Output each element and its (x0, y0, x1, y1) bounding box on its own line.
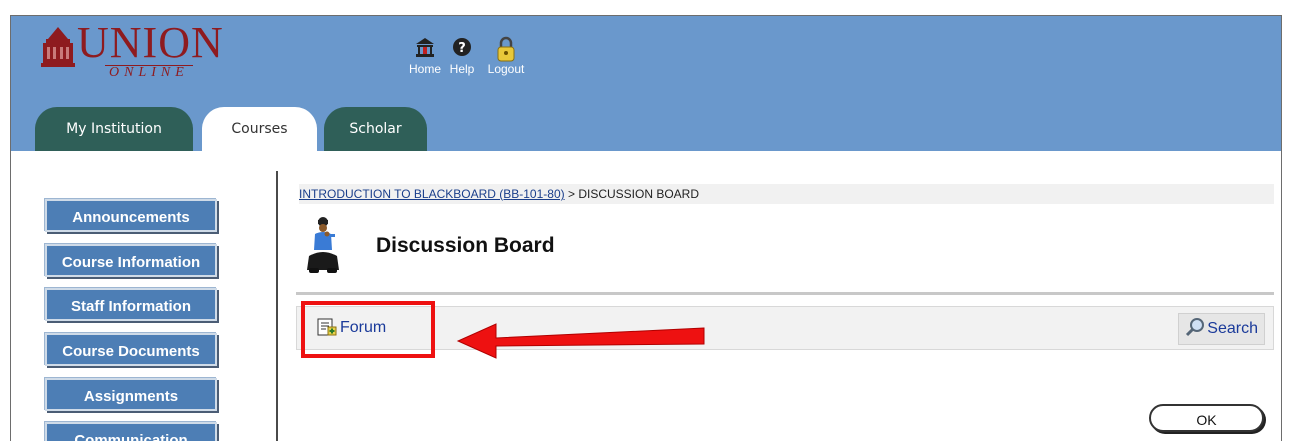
breadcrumb-course-link[interactable]: INTRODUCTION TO BLACKBOARD (BB-101-80) (299, 187, 565, 201)
union-online-logo[interactable]: UNION ONLINE (41, 18, 224, 81)
action-bar: Forum Search (296, 306, 1274, 350)
title-rule (296, 292, 1274, 295)
help-label: Help (449, 62, 475, 76)
breadcrumb: INTRODUCTION TO BLACKBOARD (BB-101-80) >… (299, 184, 1274, 204)
tab-my-institution[interactable]: My Institution (35, 107, 193, 151)
logout-link[interactable]: Logout (481, 36, 531, 76)
nav-communication[interactable]: Communication (45, 422, 217, 441)
logo-word: UNION (77, 18, 224, 67)
breadcrumb-separator: > (564, 187, 579, 201)
nav-course-information[interactable]: Course Information (45, 244, 217, 277)
annotation-arrow (456, 323, 705, 359)
help-link[interactable]: ? Help (445, 36, 479, 76)
tab-scholar[interactable]: Scholar (324, 107, 427, 151)
nav-announcements[interactable]: Announcements (45, 199, 217, 232)
discussion-person-icon (303, 216, 343, 276)
magnifier-icon (1186, 318, 1205, 337)
home-icon (408, 36, 442, 62)
home-label: Home (408, 62, 441, 76)
padlock-icon (481, 36, 531, 62)
vertical-divider (276, 171, 278, 441)
home-link[interactable]: Home (408, 36, 442, 76)
annotation-highlight-box (301, 301, 435, 358)
nav-course-documents[interactable]: Course Documents (45, 333, 217, 366)
building-icon (41, 27, 75, 67)
logo-subtitle: ONLINE (105, 65, 193, 80)
browser-frame: UNION ONLINE Home ? Help Logout My Insti… (10, 15, 1282, 441)
tab-courses[interactable]: Courses (202, 107, 317, 151)
search-button[interactable]: Search (1178, 313, 1265, 345)
ok-button[interactable]: OK (1149, 404, 1264, 432)
nav-assignments[interactable]: Assignments (45, 378, 217, 411)
nav-staff-information[interactable]: Staff Information (45, 288, 217, 321)
search-label: Search (1207, 320, 1258, 337)
svg-text:?: ? (458, 41, 466, 56)
logout-label: Logout (487, 62, 525, 76)
header: UNION ONLINE Home ? Help Logout My Insti… (11, 16, 1281, 151)
page-title: Discussion Board (376, 234, 555, 257)
help-icon: ? (445, 36, 479, 62)
breadcrumb-current: DISCUSSION BOARD (578, 187, 699, 201)
